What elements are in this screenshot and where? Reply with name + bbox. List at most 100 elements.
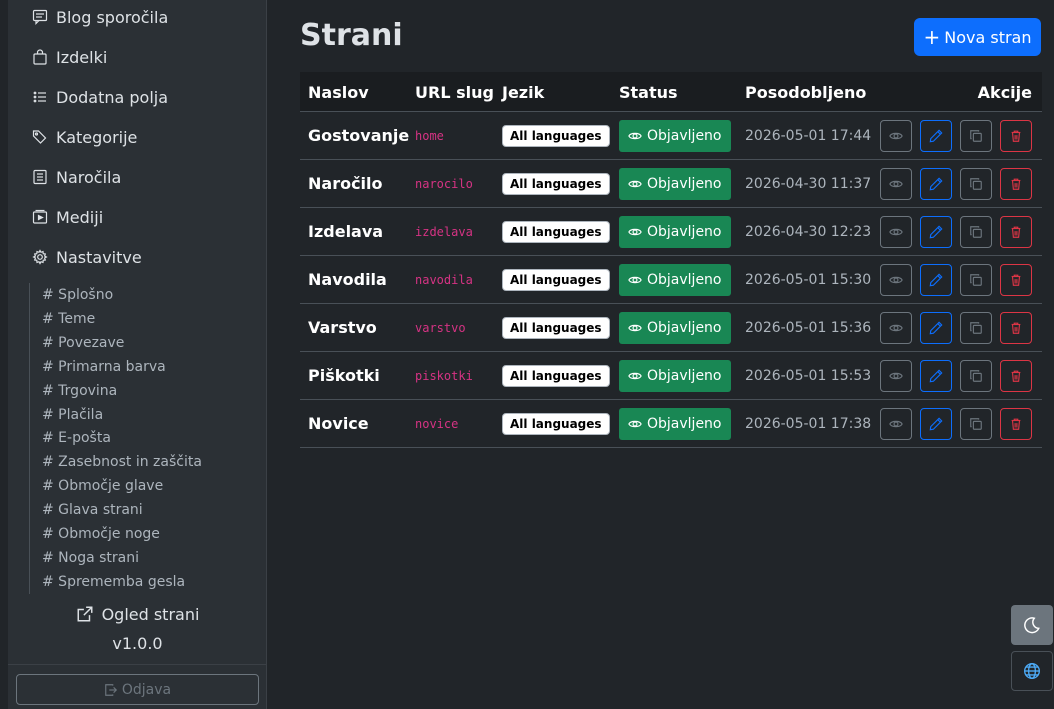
sidebar-item-media[interactable]: Mediji xyxy=(32,206,103,228)
row-slug: varstvo xyxy=(415,320,466,335)
logout-button[interactable]: Odjava xyxy=(16,674,259,705)
delete-button[interactable] xyxy=(1000,263,1032,296)
pencil-icon xyxy=(929,273,943,286)
duplicate-button[interactable] xyxy=(960,119,992,152)
duplicate-button[interactable] xyxy=(960,215,992,248)
trash-icon xyxy=(1011,370,1021,382)
header-updated[interactable]: Posodobljeno xyxy=(745,72,866,112)
header-language[interactable]: Jezik xyxy=(502,72,544,112)
moon-icon xyxy=(1024,617,1040,634)
new-page-button[interactable]: + Nova stran xyxy=(914,18,1041,56)
status-badge: Objavljeno xyxy=(619,359,731,392)
header-title[interactable]: Naslov xyxy=(308,72,369,112)
language-switch-button[interactable] xyxy=(1011,651,1053,691)
table-row: Izdelava izdelava All languages Objavlje… xyxy=(300,208,1042,256)
header-status[interactable]: Status xyxy=(619,72,678,112)
trash-icon xyxy=(1011,178,1021,190)
pages-table: Naslov URL slug Jezik Status Posodobljen… xyxy=(300,72,1042,448)
receipt-icon xyxy=(32,169,48,185)
sidebar-item-label: Blog sporočila xyxy=(56,7,169,27)
delete-button[interactable] xyxy=(1000,407,1032,440)
duplicate-button[interactable] xyxy=(960,311,992,344)
settings-subitem-change-password[interactable]: # Sprememba gesla xyxy=(42,573,185,591)
sidebar-item-products[interactable]: Izdelki xyxy=(32,46,107,68)
theme-toggle-button[interactable] xyxy=(1011,605,1053,645)
edit-button[interactable] xyxy=(920,119,952,152)
status-label: Objavljeno xyxy=(647,367,722,384)
row-title: Gostovanje xyxy=(308,126,410,145)
edit-button[interactable] xyxy=(920,263,952,296)
sidebar-item-label: Naročila xyxy=(56,167,122,187)
language-badge: All languages xyxy=(502,364,610,387)
table-row: Naročilo narocilo All languages Objavlje… xyxy=(300,160,1042,208)
preview-site-label: Ogled strani xyxy=(101,604,200,624)
sidebar-item-orders[interactable]: Naročila xyxy=(32,166,121,188)
edit-button[interactable] xyxy=(920,407,952,440)
language-badge: All languages xyxy=(502,220,610,243)
table-header: Naslov URL slug Jezik Status Posodobljen… xyxy=(300,72,1042,112)
plus-icon: + xyxy=(923,25,941,49)
eye-icon xyxy=(628,180,642,187)
trash-icon xyxy=(1011,418,1021,430)
sidebar: Blog sporočila Izdelki Dodatna polja Kat… xyxy=(8,0,267,709)
settings-subitem-primary-color[interactable]: # Primarna barva xyxy=(42,358,166,376)
duplicate-button[interactable] xyxy=(960,167,992,200)
copy-icon xyxy=(970,225,982,238)
edit-button[interactable] xyxy=(920,167,952,200)
view-button[interactable] xyxy=(880,263,912,296)
preview-site-link[interactable]: Ogled strani xyxy=(8,602,267,626)
language-badge: All languages xyxy=(502,124,610,147)
eye-icon xyxy=(889,132,903,139)
sidebar-item-categories[interactable]: Kategorije xyxy=(32,126,137,148)
duplicate-button[interactable] xyxy=(960,359,992,392)
eye-icon xyxy=(889,228,903,235)
row-title: Novice xyxy=(308,414,369,433)
eye-icon xyxy=(889,180,903,187)
sidebar-item-settings[interactable]: Nastavitve xyxy=(32,246,142,268)
settings-subitem-page-footer[interactable]: # Noga strani xyxy=(42,549,139,567)
settings-subitem-payments[interactable]: # Plačila xyxy=(42,406,103,424)
header-slug[interactable]: URL slug xyxy=(415,72,494,112)
settings-subitem-privacy[interactable]: # Zasebnost in zaščita xyxy=(42,453,202,471)
settings-subitem-footer-area[interactable]: # Območje noge xyxy=(42,525,160,543)
view-button[interactable] xyxy=(880,311,912,344)
eye-icon xyxy=(628,420,642,427)
copy-icon xyxy=(970,129,982,142)
view-button[interactable] xyxy=(880,359,912,392)
settings-subitem-links[interactable]: # Povezave xyxy=(42,334,124,352)
duplicate-button[interactable] xyxy=(960,407,992,440)
settings-subitem-header-area[interactable]: # Območje glave xyxy=(42,477,163,495)
eye-icon xyxy=(889,324,903,331)
delete-button[interactable] xyxy=(1000,215,1032,248)
delete-button[interactable] xyxy=(1000,119,1032,152)
copy-icon xyxy=(970,321,982,334)
row-updated: 2026-05-01 17:38 xyxy=(745,415,872,432)
tags-icon xyxy=(32,129,48,145)
table-row: Varstvo varstvo All languages Objavljeno… xyxy=(300,304,1042,352)
language-badge: All languages xyxy=(502,268,610,291)
edit-button[interactable] xyxy=(920,311,952,344)
status-label: Objavljeno xyxy=(647,127,722,144)
view-button[interactable] xyxy=(880,215,912,248)
status-label: Objavljeno xyxy=(647,175,722,192)
settings-subitem-general[interactable]: # Splošno xyxy=(42,286,113,304)
settings-subitem-themes[interactable]: # Teme xyxy=(42,310,95,328)
delete-button[interactable] xyxy=(1000,359,1032,392)
view-button[interactable] xyxy=(880,119,912,152)
delete-button[interactable] xyxy=(1000,311,1032,344)
external-link-icon xyxy=(77,606,93,622)
view-button[interactable] xyxy=(880,167,912,200)
sidebar-item-custom-fields[interactable]: Dodatna polja xyxy=(32,86,168,108)
settings-subitem-page-header[interactable]: # Glava strani xyxy=(42,501,143,519)
list-icon xyxy=(32,89,48,105)
view-button[interactable] xyxy=(880,407,912,440)
sidebar-item-blog[interactable]: Blog sporočila xyxy=(32,6,168,28)
status-badge: Objavljeno xyxy=(619,167,731,200)
edit-button[interactable] xyxy=(920,359,952,392)
duplicate-button[interactable] xyxy=(960,263,992,296)
delete-button[interactable] xyxy=(1000,167,1032,200)
settings-subitem-email[interactable]: # E-pošta xyxy=(42,429,111,447)
sidebar-divider xyxy=(8,664,267,665)
settings-subitem-store[interactable]: # Trgovina xyxy=(42,382,117,400)
edit-button[interactable] xyxy=(920,215,952,248)
